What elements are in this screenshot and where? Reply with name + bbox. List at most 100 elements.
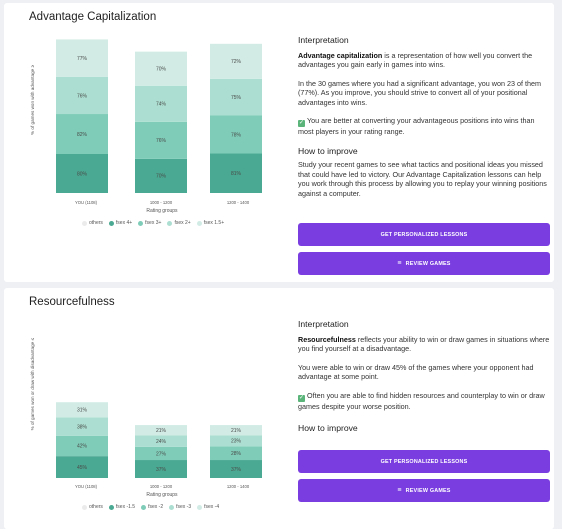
- legend-item: fsex 4+: [108, 220, 133, 226]
- interpretation-heading: Interpretation: [298, 319, 349, 329]
- legend-item: others: [82, 504, 103, 510]
- interpretation-stats: In the 30 games where you had a signific…: [298, 78, 541, 107]
- capitalization-chart: 80% 82% 76% 77% 70% 76% 74% 70% 81% 78% 75% 72%: [56, 39, 262, 193]
- legend-label: fsex -2: [148, 504, 164, 510]
- get-lessons-button[interactable]: GET PERSONALIZED LESSONS: [298, 223, 550, 246]
- improve-heading: How to improve: [298, 146, 358, 157]
- feedback-text: You are better at converting your advant…: [298, 116, 535, 137]
- get-lessons-button[interactable]: GET PERSONALIZED LESSONS: [298, 450, 550, 473]
- check-icon: ✓: [298, 120, 305, 128]
- legend-item: fsex 1.5+: [196, 220, 225, 226]
- bar-value-label: 27%: [156, 451, 167, 457]
- resourcefulness-chart: 45% 42% 38% 31% 37% 27% 24% 21% 37% 28% 23% 21%: [56, 402, 262, 478]
- legend-label: others: [89, 504, 103, 510]
- legend-dot: [82, 220, 87, 226]
- legend-label: fsex 1.5+: [203, 220, 225, 226]
- legend-item: fsex 2+: [167, 220, 191, 226]
- x-axis-title: Rating groups: [146, 208, 178, 214]
- bar-value-label: 76%: [156, 138, 167, 144]
- bar-value-label: 38%: [77, 424, 88, 430]
- bar-value-label: 42%: [77, 444, 88, 450]
- legend-dot: [169, 504, 175, 510]
- legend-item: fsex -2: [141, 504, 163, 510]
- bar-value-label: 82%: [77, 132, 88, 138]
- review-games-button[interactable]: ≡ REVIEW GAMES: [298, 479, 550, 502]
- button-label: REVIEW GAMES: [405, 260, 451, 267]
- bar-value-label: 28%: [231, 451, 242, 457]
- legend-dot: [141, 504, 147, 510]
- interpretation-heading: Interpretation: [298, 35, 349, 45]
- legend-dot: [167, 220, 173, 226]
- advantage-capitalization-card: Advantage Capitalization % of games won …: [4, 3, 554, 282]
- legend-dot: [138, 220, 144, 226]
- bar-value-label: 72%: [231, 59, 242, 65]
- feedback-text: Often you are able to find hidden resour…: [298, 390, 545, 411]
- interpretation-intro: Resourcefulness reflects your ability to…: [298, 335, 552, 354]
- bar-value-label: 77%: [77, 56, 88, 62]
- review-games-button[interactable]: ≡ REVIEW GAMES: [298, 252, 550, 275]
- legend-label: others: [89, 220, 103, 226]
- legend-label: fsex 3+: [145, 220, 162, 226]
- card-title: Advantage Capitalization: [29, 11, 157, 23]
- feedback: ✓ Often you are able to find hidden resou…: [298, 391, 552, 411]
- bar-value-label: 45%: [77, 465, 88, 471]
- interpretation-panel: Interpretation Advantage capitalization …: [298, 35, 552, 198]
- legend-item: others: [82, 220, 103, 226]
- x-tick: 1000 - 1200: [149, 484, 173, 489]
- x-tick: 1000 - 1200: [149, 200, 173, 205]
- review-icon: ≡: [397, 260, 402, 267]
- legend-item: fsex 3+: [138, 220, 161, 226]
- improve-heading: How to improve: [298, 423, 358, 434]
- legend-dot: [82, 504, 87, 510]
- chart-legend: others fsex 4+ fsex 3+ fsex 2+ fsex 1.5+: [82, 220, 224, 226]
- legend-label: fsex 2+: [174, 220, 191, 226]
- legend-label: fsex -3: [176, 504, 192, 510]
- resourcefulness-card: Resourcefulness % of games won or draw w…: [4, 288, 554, 529]
- bar-value-label: 37%: [156, 467, 167, 473]
- chart-legend: others fsex -1.5 fsex -2 fsex -3 fsex -4: [82, 504, 219, 510]
- bar-value-label: 24%: [156, 439, 167, 445]
- interpretation-panel: Interpretation Resourcefulness reflects …: [298, 319, 552, 433]
- y-axis-label: % of games won or draw with disadvantage…: [30, 338, 35, 431]
- bar-value-label: 75%: [231, 95, 242, 101]
- intro-term: Resourcefulness: [298, 335, 356, 344]
- button-label: REVIEW GAMES: [405, 487, 451, 494]
- interpretation-intro: Advantage capitalization is a representa…: [298, 51, 552, 70]
- legend-label: fsex -1.5: [115, 504, 136, 510]
- y-axis-label: % of games won with advantage ≥: [30, 65, 35, 135]
- bar-value-label: 21%: [156, 428, 167, 434]
- bar-value-label: 76%: [77, 93, 88, 99]
- legend-label: fsex -4: [204, 504, 220, 510]
- bar-value-label: 81%: [231, 171, 242, 177]
- interpretation-stats: You were able to win or draw 45% of the …: [298, 362, 534, 382]
- bar-value-label: 21%: [231, 428, 242, 434]
- improve-text: Study your recent games to see what tact…: [298, 160, 547, 198]
- legend-item: fsex -4: [197, 504, 219, 510]
- x-tick: YOU (1108): [74, 484, 98, 489]
- card-title: Resourcefulness: [29, 296, 115, 308]
- legend-dot: [197, 504, 203, 510]
- bar-value-label: 78%: [231, 132, 242, 138]
- bar-value-label: 80%: [77, 171, 88, 177]
- bar-value-label: 74%: [156, 102, 167, 108]
- legend-label: fsex 4+: [115, 220, 133, 226]
- bar-value-label: 70%: [156, 174, 167, 180]
- bar-value-label: 31%: [77, 408, 88, 414]
- legend-dot: [108, 220, 114, 226]
- bar-value-label: 37%: [231, 467, 242, 473]
- review-icon: ≡: [397, 487, 402, 494]
- legend-item: fsex -1.5: [108, 504, 136, 510]
- legend-dot: [108, 504, 114, 510]
- bar-value-label: 23%: [231, 439, 242, 445]
- intro-term: Advantage capitalization: [298, 51, 383, 60]
- legend-dot: [196, 220, 202, 226]
- x-tick: 1200 - 1400: [226, 484, 250, 489]
- x-tick: 1200 - 1400: [226, 200, 250, 205]
- x-tick: YOU (1108): [74, 200, 98, 205]
- button-label: GET PERSONALIZED LESSONS: [380, 458, 468, 465]
- feedback: ✓ You are better at converting your advan…: [298, 116, 552, 136]
- bar-value-label: 70%: [156, 66, 167, 72]
- check-icon: ✓: [298, 394, 305, 402]
- button-label: GET PERSONALIZED LESSONS: [380, 231, 468, 238]
- legend-item: fsex -3: [169, 504, 191, 510]
